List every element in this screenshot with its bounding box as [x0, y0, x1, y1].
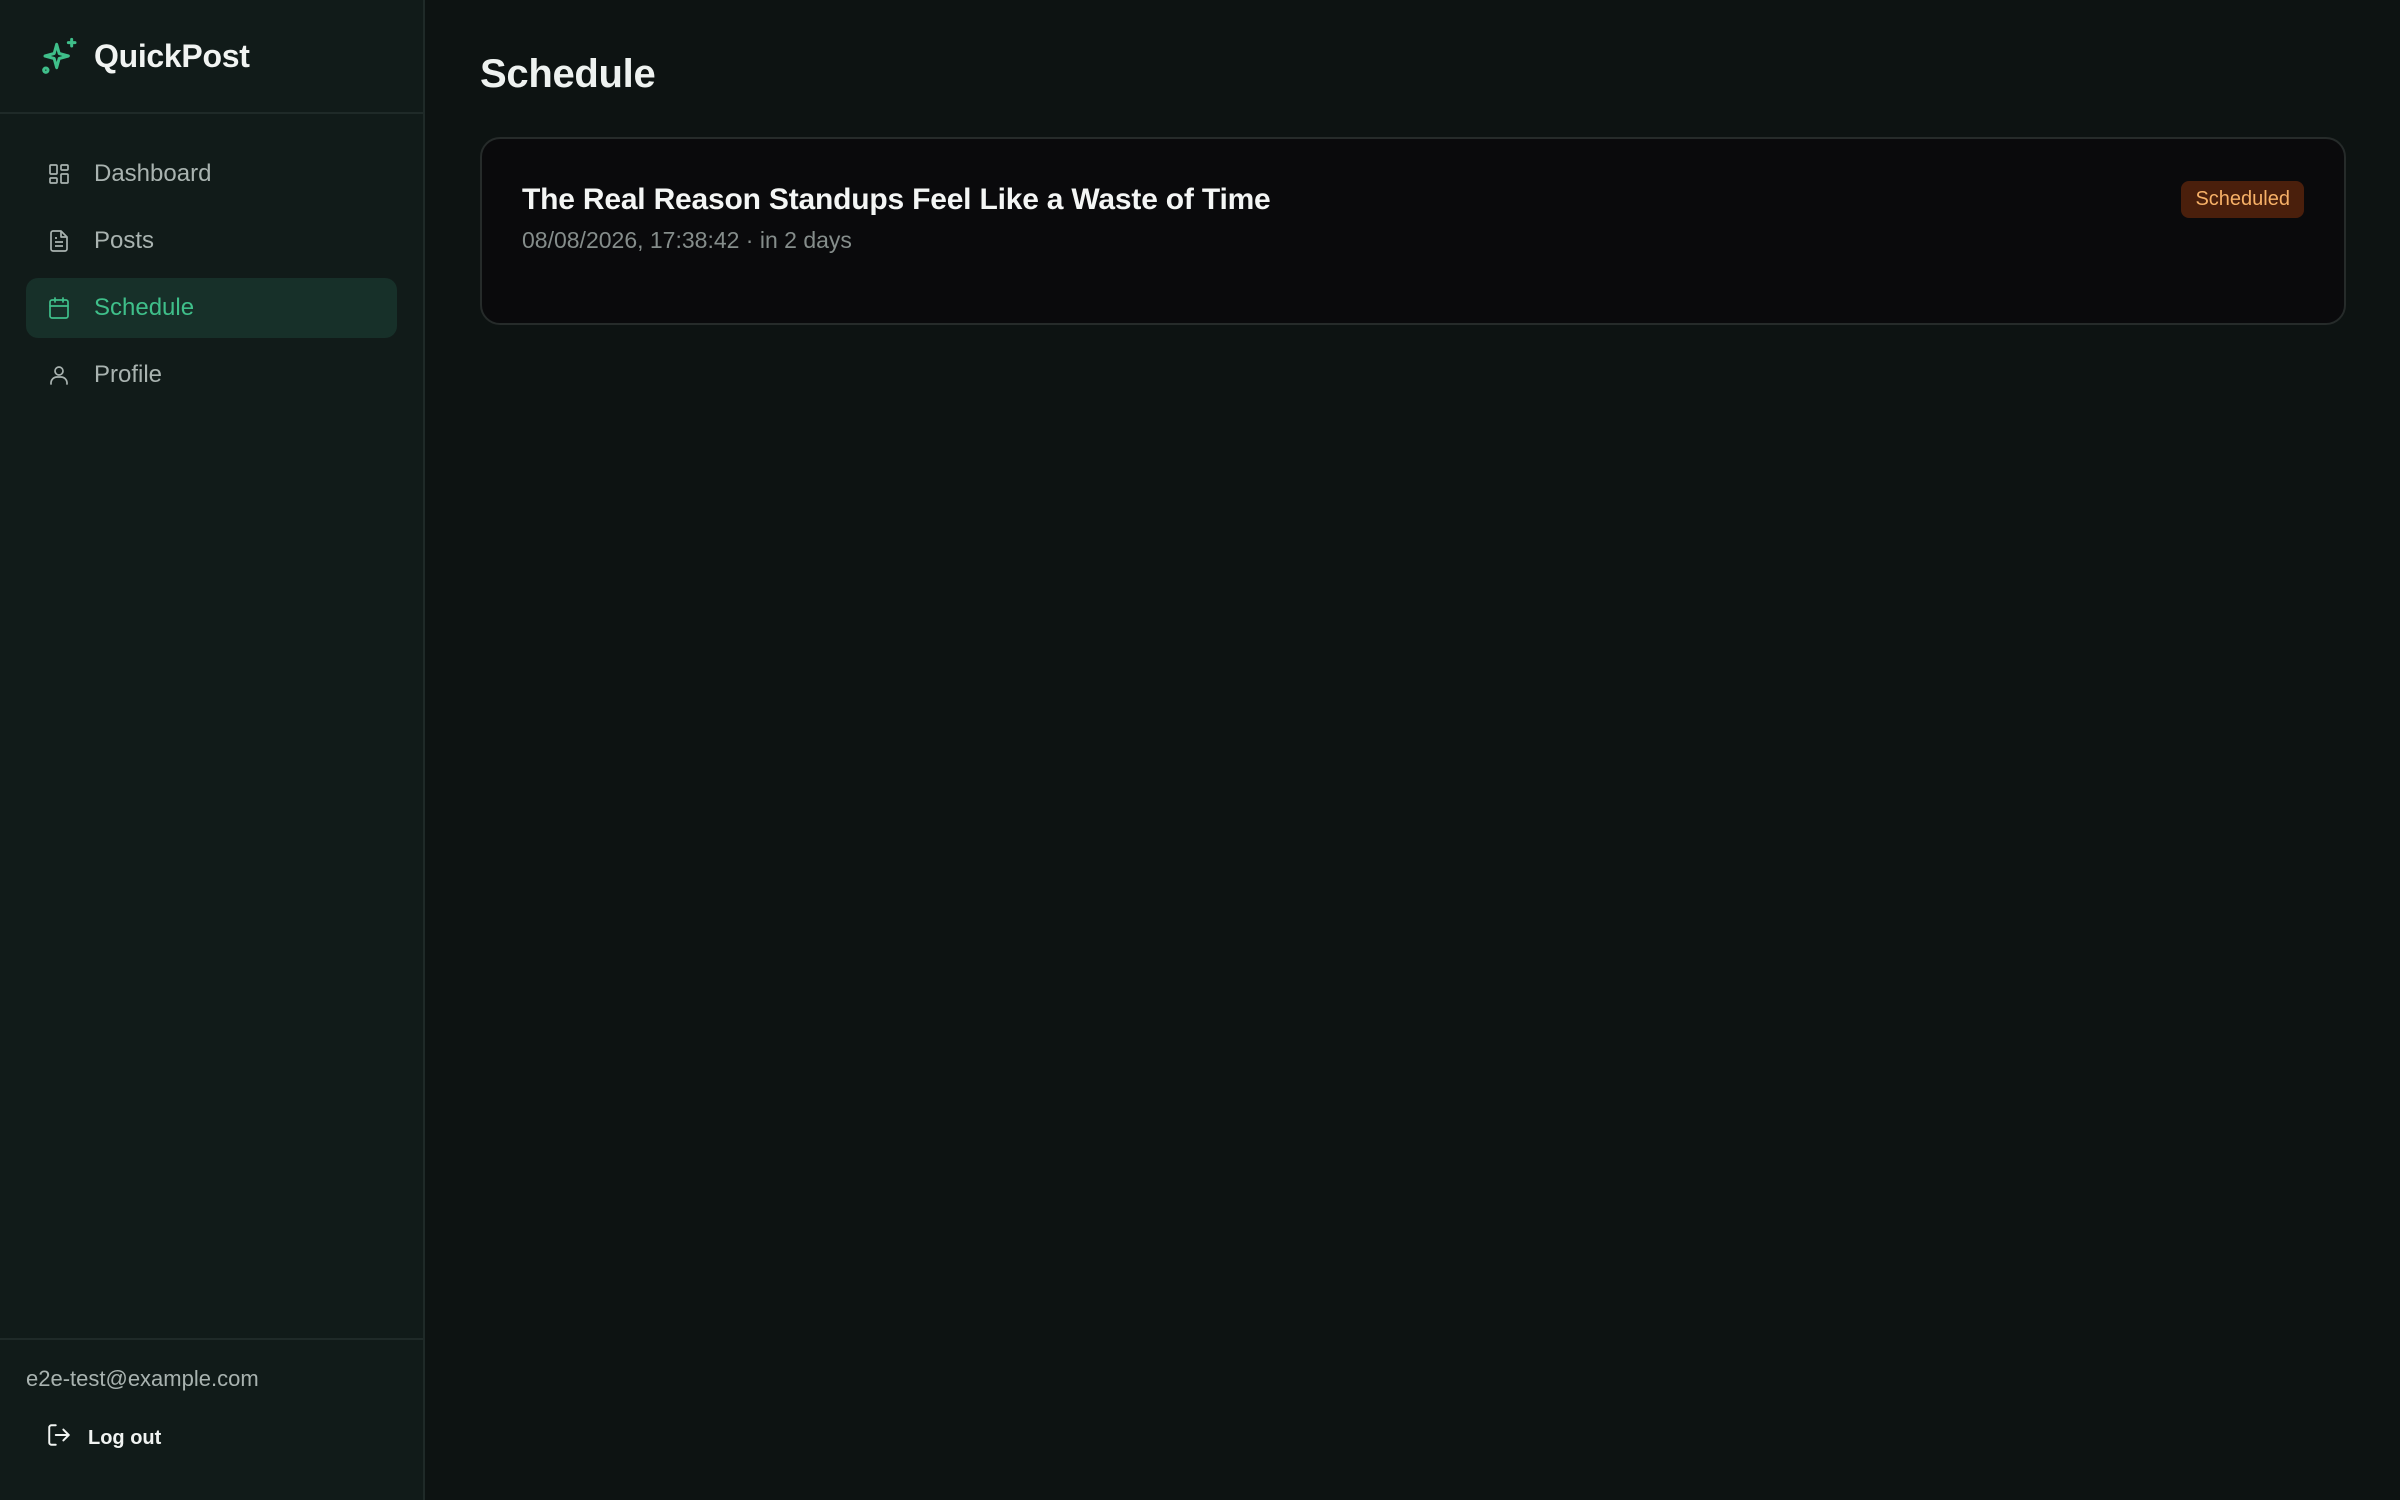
- sidebar-item-label: Schedule: [94, 294, 195, 321]
- logout-button[interactable]: Log out: [26, 1418, 397, 1458]
- sidebar-item-schedule[interactable]: Schedule: [26, 278, 397, 338]
- sparkles-icon: [40, 36, 80, 76]
- dashboard-icon: [46, 161, 72, 187]
- logout-label: Log out: [88, 1426, 162, 1449]
- sidebar-item-label: Dashboard: [94, 160, 212, 187]
- sidebar-footer: e2e-test@example.com Log out: [0, 1338, 423, 1500]
- brand-name: QuickPost: [94, 37, 250, 74]
- sidebar-item-posts[interactable]: Posts: [26, 211, 397, 271]
- sidebar-item-label: Profile: [94, 361, 163, 388]
- calendar-icon: [46, 295, 72, 321]
- status-badge: Scheduled: [2181, 181, 2304, 218]
- scheduled-post-card[interactable]: The Real Reason Standups Feel Like a Was…: [480, 137, 2346, 325]
- sidebar-item-dashboard[interactable]: Dashboard: [26, 144, 397, 204]
- document-icon: [46, 228, 72, 254]
- sidebar-nav: Dashboard Posts Schedule Profile: [0, 114, 423, 405]
- app-root: QuickPost Dashboard Posts Schedule Profi…: [0, 0, 2400, 1500]
- user-icon: [46, 362, 72, 388]
- user-email: e2e-test@example.com: [26, 1366, 259, 1391]
- logout-icon: [46, 1422, 72, 1454]
- post-title: The Real Reason Standups Feel Like a Was…: [522, 183, 1271, 216]
- sidebar: QuickPost Dashboard Posts Schedule Profi…: [0, 0, 425, 1500]
- brand-header[interactable]: QuickPost: [0, 0, 423, 114]
- sidebar-item-label: Posts: [94, 227, 155, 254]
- post-schedule-time: 08/08/2026, 17:38:42 · in 2 days: [522, 227, 852, 253]
- main-content: Schedule The Real Reason Standups Feel L…: [425, 0, 2400, 1500]
- page-title: Schedule: [480, 52, 656, 96]
- sidebar-item-profile[interactable]: Profile: [26, 345, 397, 405]
